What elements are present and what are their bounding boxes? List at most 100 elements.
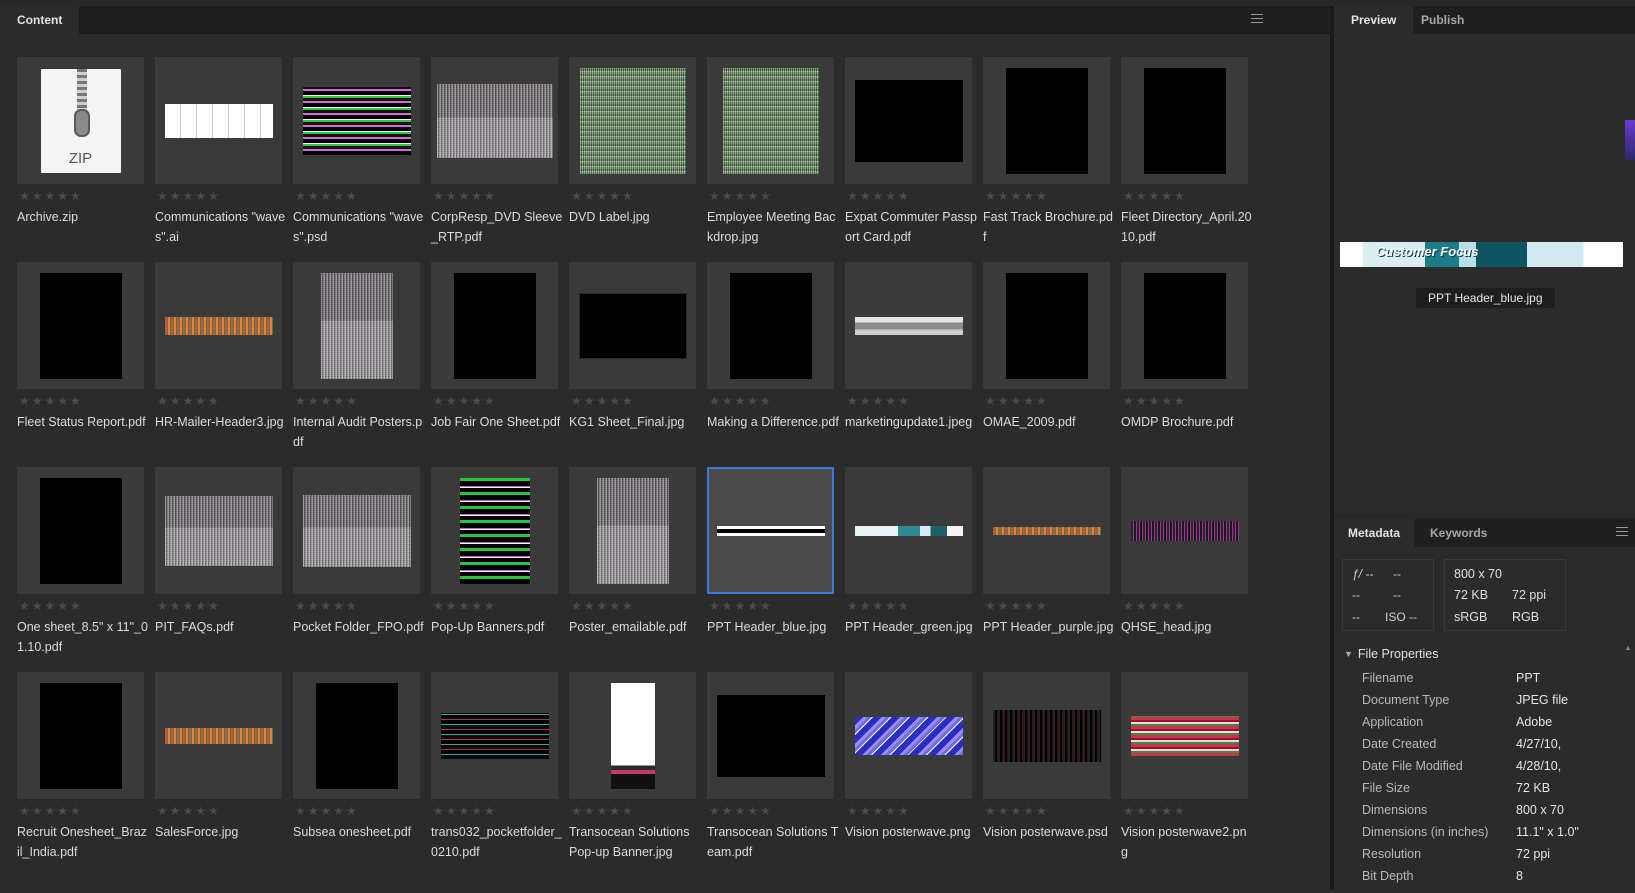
thumbnail[interactable] xyxy=(17,672,144,799)
content-item[interactable]: ★★★★★ Communications "waves".psd xyxy=(293,57,423,267)
tab-content[interactable]: Content xyxy=(0,6,80,34)
rating-stars[interactable]: ★★★★★ xyxy=(709,600,773,612)
rating-stars[interactable]: ★★★★★ xyxy=(1123,395,1187,407)
file-properties-toggle[interactable]: ▼ File Properties xyxy=(1344,647,1439,661)
thumbnail[interactable] xyxy=(983,57,1110,184)
thumbnail[interactable] xyxy=(155,467,282,594)
file-name[interactable]: Vision posterwave.png xyxy=(845,822,977,842)
file-name[interactable]: Employee Meeting Backdrop.jpg xyxy=(707,207,839,247)
file-name[interactable]: OMDP Brochure.pdf xyxy=(1121,412,1253,432)
file-name[interactable]: Communications "waves".psd xyxy=(293,207,425,247)
rating-stars[interactable]: ★★★★★ xyxy=(19,395,83,407)
thumbnail[interactable] xyxy=(707,467,834,594)
content-item[interactable]: ★★★★★ OMAE_2009.pdf xyxy=(983,262,1113,472)
rating-stars[interactable]: ★★★★★ xyxy=(1123,190,1187,202)
file-name[interactable]: Fleet Status Report.pdf xyxy=(17,412,149,432)
file-name[interactable]: CorpResp_DVD Sleeve_RTP.pdf xyxy=(431,207,563,247)
file-name[interactable]: HR-Mailer-Header3.jpg xyxy=(155,412,287,432)
rating-stars[interactable]: ★★★★★ xyxy=(571,805,635,817)
thumbnail[interactable] xyxy=(17,262,144,389)
rating-stars[interactable]: ★★★★★ xyxy=(157,805,221,817)
content-item[interactable]: ★★★★★ Fleet Status Report.pdf xyxy=(17,262,147,472)
thumbnail[interactable] xyxy=(983,467,1110,594)
content-item[interactable]: ★★★★★ Vision posterwave.psd xyxy=(983,672,1113,882)
rating-stars[interactable]: ★★★★★ xyxy=(433,805,497,817)
rating-stars[interactable]: ★★★★★ xyxy=(847,190,911,202)
file-name[interactable]: Expat Commuter Passport Card.pdf xyxy=(845,207,977,247)
file-name[interactable]: Recruit Onesheet_Brazil_India.pdf xyxy=(17,822,149,862)
content-item[interactable]: ★★★★★ PPT Header_green.jpg xyxy=(845,467,975,677)
thumbnail[interactable] xyxy=(569,262,696,389)
content-item[interactable]: ★★★★★ SalesForce.jpg xyxy=(155,672,285,882)
content-item[interactable]: ★★★★★ DVD Label.jpg xyxy=(569,57,699,267)
tab-preview[interactable]: Preview xyxy=(1334,6,1414,34)
content-item[interactable]: ★★★★★ Poster_emailable.pdf xyxy=(569,467,699,677)
content-item[interactable]: ★★★★★ Recruit Onesheet_Brazil_India.pdf xyxy=(17,672,147,882)
thumbnail[interactable] xyxy=(707,57,834,184)
thumbnail[interactable] xyxy=(707,262,834,389)
content-item[interactable]: ★★★★★ Fast Track Brochure.pdf xyxy=(983,57,1113,267)
file-name[interactable]: Transocean Solutions Team.pdf xyxy=(707,822,839,862)
rating-stars[interactable]: ★★★★★ xyxy=(847,805,911,817)
content-item[interactable]: ★★★★★ Expat Commuter Passport Card.pdf xyxy=(845,57,977,267)
file-name[interactable]: Transocean Solutions Pop-up Banner.jpg xyxy=(569,822,701,862)
thumbnail[interactable] xyxy=(431,262,558,389)
thumbnail[interactable] xyxy=(293,467,420,594)
content-item[interactable]: ★★★★★ Job Fair One Sheet.pdf xyxy=(431,262,561,472)
thumbnail[interactable] xyxy=(155,672,282,799)
file-name[interactable]: PIT_FAQs.pdf xyxy=(155,617,287,637)
thumbnail[interactable] xyxy=(845,672,972,799)
file-name[interactable]: Pop-Up Banners.pdf xyxy=(431,617,563,637)
file-name[interactable]: Pocket Folder_FPO.pdf xyxy=(293,617,425,637)
rating-stars[interactable]: ★★★★★ xyxy=(295,805,359,817)
thumbnail[interactable] xyxy=(17,467,144,594)
rating-stars[interactable]: ★★★★★ xyxy=(157,600,221,612)
file-name[interactable]: marketingupdate1.jpeg xyxy=(845,412,977,432)
rating-stars[interactable]: ★★★★★ xyxy=(709,190,773,202)
rating-stars[interactable]: ★★★★★ xyxy=(157,190,221,202)
content-item[interactable]: ★★★★★ OMDP Brochure.pdf xyxy=(1121,262,1251,472)
panel-menu-icon[interactable] xyxy=(1251,14,1263,24)
thumbnail[interactable] xyxy=(983,672,1110,799)
file-name[interactable]: SalesForce.jpg xyxy=(155,822,287,842)
content-item[interactable]: ★★★★★ HR-Mailer-Header3.jpg xyxy=(155,262,285,472)
rating-stars[interactable]: ★★★★★ xyxy=(1123,600,1187,612)
rating-stars[interactable]: ★★★★★ xyxy=(295,395,359,407)
file-name[interactable]: trans032_pocketfolder_0210.pdf xyxy=(431,822,563,862)
content-item[interactable]: ★★★★★ One sheet_8.5" x 11"_01.10.pdf xyxy=(17,467,148,677)
file-name[interactable]: Making a Difference.pdf xyxy=(707,412,839,432)
scroll-up-icon[interactable]: ▲ xyxy=(1624,645,1632,653)
file-name[interactable]: Vision posterwave.psd xyxy=(983,822,1115,842)
rating-stars[interactable]: ★★★★★ xyxy=(571,395,635,407)
rating-stars[interactable]: ★★★★★ xyxy=(295,600,359,612)
file-name[interactable]: OMAE_2009.pdf xyxy=(983,412,1115,432)
content-item[interactable]: ★★★★★ PIT_FAQs.pdf xyxy=(155,467,285,677)
thumbnail[interactable] xyxy=(431,467,558,594)
content-item[interactable]: ★★★★★ Transocean Solutions Team.pdf xyxy=(707,672,839,882)
rating-stars[interactable]: ★★★★★ xyxy=(295,190,359,202)
rating-stars[interactable]: ★★★★★ xyxy=(433,190,497,202)
rating-stars[interactable]: ★★★★★ xyxy=(847,600,911,612)
rating-stars[interactable]: ★★★★★ xyxy=(985,600,1049,612)
content-item[interactable]: ★★★★★ Subsea onesheet.pdf xyxy=(293,672,423,882)
thumbnail[interactable] xyxy=(845,262,972,389)
tab-metadata[interactable]: Metadata xyxy=(1334,519,1415,547)
thumbnail[interactable] xyxy=(569,672,696,799)
content-item[interactable]: ★★★★★ trans032_pocketfolder_0210.pdf xyxy=(431,672,563,882)
tab-publish[interactable]: Publish xyxy=(1404,6,1481,34)
content-item[interactable]: ★★★★★ Fleet Directory_April.2010.pdf xyxy=(1121,57,1252,267)
file-name[interactable]: Internal Audit Posters.pdf xyxy=(293,412,425,452)
content-item[interactable]: ★★★★★ Making a Difference.pdf xyxy=(707,262,839,472)
thumbnail[interactable] xyxy=(1121,262,1248,389)
thumbnail[interactable] xyxy=(569,467,696,594)
rating-stars[interactable]: ★★★★★ xyxy=(19,600,83,612)
content-item[interactable]: ★★★★★ Pocket Folder_FPO.pdf xyxy=(293,467,425,677)
thumbnail[interactable] xyxy=(431,672,558,799)
file-name[interactable]: Communications "waves".ai xyxy=(155,207,287,247)
rating-stars[interactable]: ★★★★★ xyxy=(1123,805,1187,817)
content-item[interactable]: ZIP ★★★★★ Archive.zip xyxy=(17,57,147,267)
content-item[interactable]: ★★★★★ Vision posterwave.png xyxy=(845,672,975,882)
file-name[interactable]: PPT Header_purple.jpg xyxy=(983,617,1115,637)
file-name[interactable]: PPT Header_blue.jpg xyxy=(707,617,839,637)
tab-keywords[interactable]: Keywords xyxy=(1416,519,1501,547)
